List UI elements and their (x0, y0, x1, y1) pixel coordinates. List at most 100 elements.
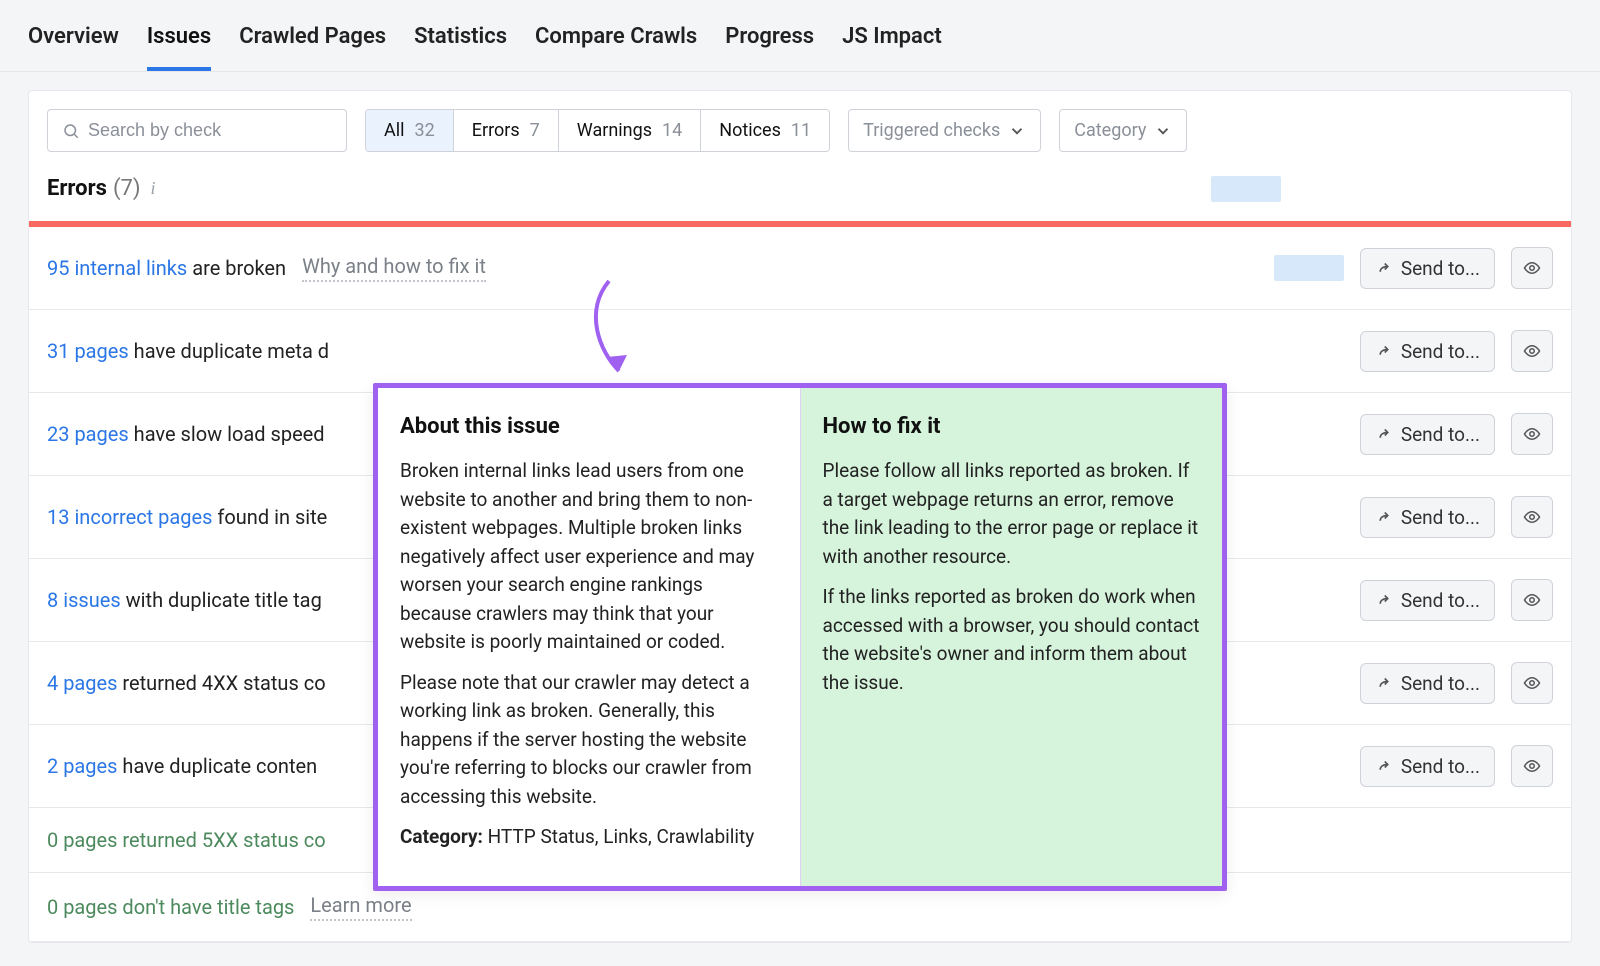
issue-count-link[interactable]: 95 internal links (47, 256, 187, 280)
popover-about-panel: About this issue Broken internal links l… (378, 388, 801, 886)
issue-row[interactable]: 95 internal links are broken Why and how … (29, 227, 1571, 310)
popover-fix-text-2: If the links reported as broken do work … (823, 583, 1201, 697)
send-to-label: Send to... (1401, 755, 1480, 778)
send-to-button[interactable]: Send to... (1360, 248, 1495, 289)
issue-description: with duplicate title tag (121, 588, 322, 612)
popover-about-text-2: Please note that our crawler may detect … (400, 669, 778, 812)
nav-item-overview[interactable]: Overview (28, 14, 119, 71)
issue-text: 0 pages returned 5XX status co (47, 828, 326, 852)
issue-text: 23 pages have slow load speed (47, 422, 325, 446)
send-to-button[interactable]: Send to... (1360, 414, 1495, 455)
eye-icon (1523, 757, 1541, 775)
issue-count-link[interactable]: 13 incorrect pages (47, 505, 212, 529)
triggered-checks-dropdown[interactable]: Triggered checks (848, 109, 1041, 152)
top-nav: Overview Issues Crawled Pages Statistics… (0, 0, 1600, 72)
send-to-label: Send to... (1401, 589, 1480, 612)
filter-label: Warnings (577, 120, 652, 141)
issue-count-link[interactable]: 31 pages (47, 339, 129, 363)
filter-count: 14 (662, 120, 682, 141)
dropdown-label: Category (1074, 120, 1146, 141)
issue-description: have duplicate conten (117, 754, 317, 778)
nav-item-crawled-pages[interactable]: Crawled Pages (239, 14, 386, 71)
learn-more-link[interactable]: Learn more (310, 893, 411, 921)
nav-item-compare-crawls[interactable]: Compare Crawls (535, 14, 697, 71)
issue-description: have slow load speed (129, 422, 325, 446)
filter-count: 11 (791, 120, 811, 141)
send-to-label: Send to... (1401, 423, 1480, 446)
issue-description: returned 4XX status co (117, 671, 325, 695)
filter-label: Notices (719, 120, 781, 141)
eye-icon (1523, 591, 1541, 609)
section-count: (7) (113, 176, 141, 201)
nav-item-statistics[interactable]: Statistics (414, 14, 507, 71)
filter-count: 32 (415, 120, 435, 141)
nav-item-js-impact[interactable]: JS Impact (842, 14, 942, 71)
issue-text: 2 pages have duplicate conten (47, 754, 317, 778)
issue-count-link[interactable]: 23 pages (47, 422, 129, 446)
share-icon (1375, 342, 1393, 360)
eye-icon (1523, 674, 1541, 692)
issue-count-link[interactable]: 8 issues (47, 588, 121, 612)
send-to-button[interactable]: Send to... (1360, 331, 1495, 372)
filter-count: 7 (530, 120, 540, 141)
issue-text: 8 issues with duplicate title tag (47, 588, 322, 612)
category-dropdown[interactable]: Category (1059, 109, 1187, 152)
section-title: Errors (47, 176, 107, 201)
view-button[interactable] (1511, 413, 1553, 455)
popover-about-text-1: Broken internal links lead users from on… (400, 457, 778, 657)
dropdown-label: Triggered checks (863, 120, 1000, 141)
filter-errors[interactable]: Errors 7 (454, 110, 559, 151)
issues-panel: All 32 Errors 7 Warnings 14 Notices 11 T… (28, 90, 1572, 943)
severity-filter: All 32 Errors 7 Warnings 14 Notices 11 (365, 109, 830, 152)
send-to-button[interactable]: Send to... (1360, 497, 1495, 538)
share-icon (1375, 259, 1393, 277)
send-to-label: Send to... (1401, 672, 1480, 695)
popover-fix-text-1: Please follow all links reported as brok… (823, 457, 1201, 571)
issue-description: are broken (187, 256, 286, 280)
popover-about-title: About this issue (400, 410, 778, 443)
issue-row[interactable]: 31 pages have duplicate meta d Send to... (29, 310, 1571, 393)
why-and-how-link[interactable]: Why and how to fix it (302, 254, 486, 282)
view-button[interactable] (1511, 579, 1553, 621)
send-to-button[interactable]: Send to... (1360, 663, 1495, 704)
filter-label: Errors (472, 120, 520, 141)
issue-text: 31 pages have duplicate meta d (47, 339, 329, 363)
eye-icon (1523, 425, 1541, 443)
issue-popover: About this issue Broken internal links l… (373, 383, 1227, 891)
eye-icon (1523, 342, 1541, 360)
issue-count-link: 0 pages (47, 828, 117, 852)
filter-notices[interactable]: Notices 11 (701, 110, 829, 151)
issue-description: found in site (212, 505, 327, 529)
view-button[interactable] (1511, 496, 1553, 538)
info-icon[interactable]: i (151, 178, 156, 199)
issue-text: 0 pages don't have title tags (47, 895, 294, 919)
chevron-down-icon (1008, 122, 1026, 140)
send-to-button[interactable]: Send to... (1360, 746, 1495, 787)
view-button[interactable] (1511, 330, 1553, 372)
toolbar: All 32 Errors 7 Warnings 14 Notices 11 T… (29, 91, 1571, 170)
share-icon (1375, 591, 1393, 609)
issue-text: 4 pages returned 4XX status co (47, 671, 326, 695)
view-button[interactable] (1511, 745, 1553, 787)
search-input-wrap[interactable] (47, 109, 347, 152)
issue-description: don't have title tags (117, 895, 294, 919)
share-icon (1375, 757, 1393, 775)
popover-category: Category: HTTP Status, Links, Crawlabili… (400, 823, 778, 852)
view-button[interactable] (1511, 662, 1553, 704)
nav-item-progress[interactable]: Progress (725, 14, 814, 71)
issue-count-link[interactable]: 2 pages (47, 754, 117, 778)
section-header-errors: Errors (7) i (29, 170, 1571, 221)
share-icon (1375, 674, 1393, 692)
issue-description: returned 5XX status co (117, 828, 325, 852)
eye-icon (1523, 259, 1541, 277)
nav-item-issues[interactable]: Issues (147, 14, 211, 71)
view-button[interactable] (1511, 247, 1553, 289)
issue-description: have duplicate meta d (129, 339, 329, 363)
issue-count-link[interactable]: 4 pages (47, 671, 117, 695)
filter-all[interactable]: All 32 (366, 110, 454, 151)
send-to-label: Send to... (1401, 340, 1480, 363)
send-to-button[interactable]: Send to... (1360, 580, 1495, 621)
send-to-label: Send to... (1401, 257, 1480, 280)
search-input[interactable] (88, 120, 332, 141)
filter-warnings[interactable]: Warnings 14 (559, 110, 701, 151)
